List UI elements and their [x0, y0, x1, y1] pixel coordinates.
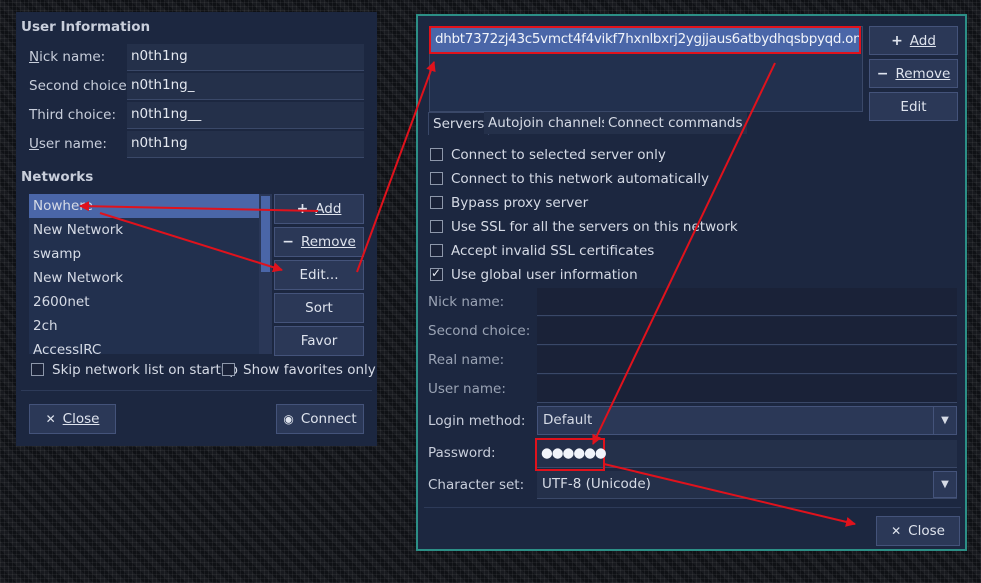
network-item[interactable]: 2600net	[29, 290, 272, 314]
tab-autojoin-channels[interactable]: Autojoin channels	[484, 112, 613, 134]
password-label: Password:	[428, 445, 496, 461]
second-choice-field[interactable]: n0th1ng_	[127, 73, 364, 100]
divider	[424, 507, 961, 508]
add-network-button[interactable]: + Add	[274, 194, 364, 224]
close-icon: ✕	[45, 412, 56, 426]
bypass-proxy-checkbox[interactable]: Bypass proxy server	[430, 195, 588, 211]
edit-network-window: dhbt7372zj43c5vmct4f4vikf7hxnlbxrj2ygjja…	[416, 14, 967, 551]
login-method-label: Login method:	[428, 413, 526, 429]
real-name-field[interactable]	[537, 346, 957, 374]
real-name-label: Real name:	[428, 352, 505, 368]
third-choice-label: Third choice:	[29, 107, 116, 123]
nick-field[interactable]: n0th1ng	[127, 44, 364, 71]
network-item[interactable]: AccessIRC	[29, 338, 272, 354]
divider	[21, 390, 372, 391]
accept-invalid-ssl-checkbox[interactable]: Accept invalid SSL certificates	[430, 243, 654, 259]
network-item[interactable]: New Network	[29, 218, 272, 242]
networks-title: Networks	[21, 169, 94, 185]
remove-server-button[interactable]: − Remove	[869, 59, 958, 88]
checkbox-box[interactable]	[430, 172, 443, 185]
password-highlight: ●●●●●●	[535, 438, 607, 471]
user-name-field[interactable]	[537, 375, 957, 403]
use-global-user-info-checkbox[interactable]: Use global user information	[430, 266, 638, 283]
close-button[interactable]: ✕ Close	[876, 516, 960, 546]
user-name-label: User name:	[29, 136, 107, 152]
scrollbar-thumb[interactable]	[261, 196, 270, 272]
nick-label: Nick name:	[29, 49, 106, 65]
login-method-select[interactable]: Default ▼	[537, 406, 957, 435]
plus-icon: +	[296, 201, 309, 217]
connect-automatically-checkbox[interactable]: Connect to this network automatically	[430, 171, 709, 187]
skip-network-list-checkbox[interactable]: Skip network list on startup	[31, 362, 238, 378]
tab-connect-commands[interactable]: Connect commands	[604, 112, 747, 134]
charset-select[interactable]: UTF-8 (Unicode) ▼	[537, 471, 957, 499]
checkbox-box[interactable]	[430, 220, 443, 233]
checkbox-box[interactable]	[31, 363, 44, 376]
connect-selected-only-checkbox[interactable]: Connect to selected server only	[430, 147, 666, 163]
edit-server-button[interactable]: Edit	[869, 92, 958, 121]
charset-value: UTF-8 (Unicode)	[542, 476, 651, 492]
tab-servers[interactable]: Servers	[428, 112, 490, 135]
network-list-scrollbar[interactable]	[259, 194, 272, 354]
close-icon: ✕	[891, 524, 902, 538]
user-info-title: User Information	[21, 19, 151, 35]
network-item-nowhere[interactable]: Nowhere	[29, 194, 263, 218]
login-method-value: Default	[543, 412, 593, 428]
show-favorites-checkbox[interactable]: Show favorites only	[222, 362, 376, 378]
edit-network-button[interactable]: Edit...	[274, 260, 364, 290]
checkbox-box-checked[interactable]	[430, 266, 443, 281]
second-choice-field[interactable]	[537, 317, 957, 345]
network-item[interactable]: 2ch	[29, 314, 272, 338]
minus-icon: −	[282, 234, 294, 250]
password-value: ●●●●●●	[541, 445, 607, 461]
nick-label: Nick name:	[428, 294, 505, 310]
user-name-label: User name:	[428, 381, 506, 397]
chevron-down-icon[interactable]: ▼	[933, 407, 956, 434]
network-item[interactable]: New Network	[29, 266, 272, 290]
network-item[interactable]: swamp	[29, 242, 272, 266]
remove-network-button[interactable]: − Remove	[274, 227, 364, 257]
favor-network-button[interactable]: Favor	[274, 326, 364, 356]
checkbox-box[interactable]	[430, 196, 443, 209]
network-list-window: User Information Nick name: n0th1ng Seco…	[16, 12, 377, 446]
user-name-field[interactable]: n0th1ng	[127, 131, 364, 158]
minus-icon: −	[876, 65, 889, 82]
second-choice-label: Second choice:	[428, 323, 531, 339]
add-server-button[interactable]: + Add	[869, 26, 958, 55]
checkbox-box[interactable]	[430, 148, 443, 161]
sort-networks-button[interactable]: Sort	[274, 293, 364, 323]
server-entry-highlight[interactable]: dhbt7372zj43c5vmct4f4vikf7hxnlbxrj2ygjja…	[429, 26, 861, 54]
checkbox-box[interactable]	[222, 363, 235, 376]
connect-icon: ◉	[283, 412, 294, 426]
chevron-down-icon[interactable]: ▼	[933, 471, 957, 498]
server-address: dhbt7372zj43c5vmct4f4vikf7hxnlbxrj2ygjja…	[435, 31, 861, 47]
checkbox-box[interactable]	[430, 244, 443, 257]
third-choice-field[interactable]: n0th1ng__	[127, 102, 364, 129]
use-ssl-checkbox[interactable]: Use SSL for all the servers on this netw…	[430, 219, 738, 235]
network-list[interactable]: Nowhere New Network swamp New Network 26…	[29, 194, 272, 354]
plus-icon: +	[891, 32, 903, 49]
charset-label: Character set:	[428, 477, 525, 493]
nick-field[interactable]	[537, 288, 957, 316]
second-choice-label: Second choice:	[29, 78, 132, 94]
connect-button[interactable]: ◉ Connect	[276, 404, 364, 434]
close-button[interactable]: ✕ Close	[29, 404, 116, 434]
